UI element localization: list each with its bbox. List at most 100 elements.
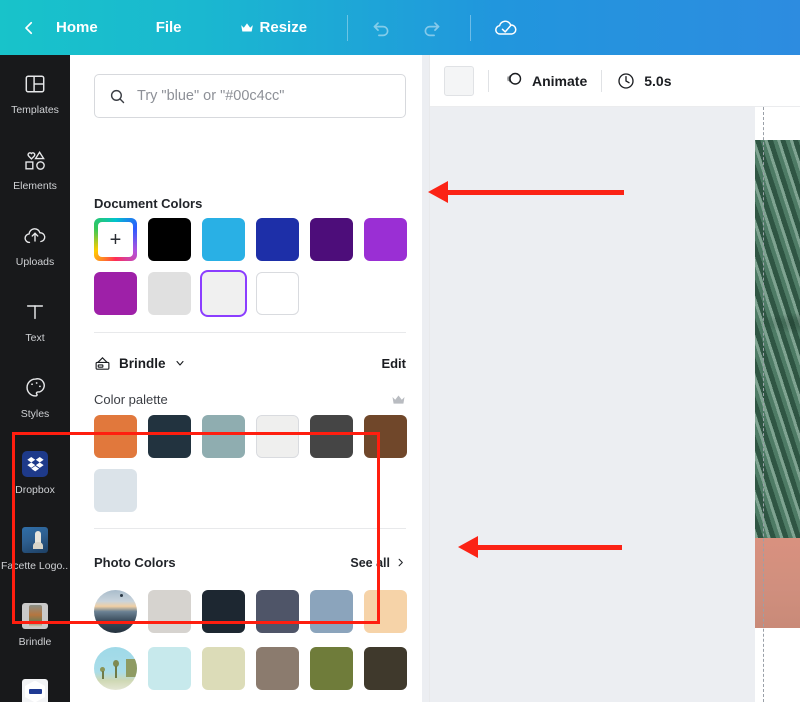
sidebar-label-uploads: Uploads <box>15 255 55 268</box>
photo-swatch-dusty-blue[interactable] <box>310 590 353 633</box>
chevron-down-icon <box>175 360 184 366</box>
brindle-thumb <box>22 602 48 629</box>
photo-colors-header: Photo Colors See all <box>94 555 406 570</box>
photo-colors-title: Photo Colors <box>94 555 176 570</box>
photo-swatch-sand[interactable] <box>202 647 245 690</box>
brand-kit-row: Brindle Edit <box>94 352 406 374</box>
sidebar-label-styles: Styles <box>20 407 50 420</box>
duration-label: 5.0s <box>644 72 672 89</box>
photo-swatch-midnight[interactable] <box>202 590 245 633</box>
palette-swatch-dark-navy[interactable] <box>148 415 191 458</box>
sidebar-item-brindle[interactable]: Brindle <box>0 587 70 663</box>
resize-button[interactable]: Resize <box>230 13 318 42</box>
resize-label: Resize <box>259 19 308 36</box>
dropbox-icon <box>22 450 48 477</box>
photo-swatch-pale-cyan[interactable] <box>148 647 191 690</box>
brand-edit-link[interactable]: Edit <box>381 356 406 371</box>
palette-swatch-brown[interactable] <box>364 415 407 458</box>
swatch-dark-purple[interactable] <box>310 218 353 261</box>
photo-thumb-joshua-trees[interactable] <box>94 647 137 690</box>
swatch-black[interactable] <box>148 218 191 261</box>
document-colors-title: Document Colors <box>94 196 203 211</box>
terracotta-flowers-photo[interactable] <box>755 538 800 628</box>
sidebar-item-dropbox[interactable]: Dropbox <box>0 435 70 511</box>
canvas-toolbar-divider-2 <box>601 69 603 92</box>
photo-swatch-slate-purple[interactable] <box>256 590 299 633</box>
color-palette-header: Color palette <box>94 392 406 407</box>
animate-button[interactable]: Animate <box>503 70 587 91</box>
color-palette-title: Color palette <box>94 392 168 407</box>
photo-swatch-taupe[interactable] <box>256 647 299 690</box>
palm-leaves-photo[interactable] <box>755 140 800 538</box>
arrow-pointing-to-photo-colors <box>458 536 622 558</box>
color-side-panel: Document Colors + Bri <box>70 55 430 702</box>
swatch-magenta-purple[interactable] <box>94 272 137 315</box>
sidebar-label-facette-logo: Facette Logo... <box>1 559 69 572</box>
swatch-off-white-selected[interactable] <box>202 272 245 315</box>
add-color-icon[interactable]: + <box>94 218 137 261</box>
upload-cloud-icon <box>22 223 48 249</box>
sidebar-item-styles[interactable]: Styles <box>0 359 70 435</box>
sidebar-label-brindle: Brindle <box>18 635 52 648</box>
page-thumbnail[interactable] <box>444 65 474 96</box>
cloud-save-button[interactable] <box>489 11 523 45</box>
see-all-label: See all <box>350 555 390 570</box>
brand-kit-icon <box>95 356 110 370</box>
photo-colors-row-1 <box>94 590 407 633</box>
photo-swatch-dark-olive[interactable] <box>364 647 407 690</box>
palette-swatch-orange[interactable] <box>94 415 137 458</box>
toolbar-divider-1 <box>347 14 349 41</box>
sidebar-item-facette-logo[interactable]: Facette Logo... <box>0 511 70 587</box>
sidebar-item-bit9-it-solutions[interactable]: Bit9 IT Soluti... <box>0 663 70 702</box>
arrow-head <box>428 181 448 203</box>
swatch-violet[interactable] <box>364 218 407 261</box>
brand-kit-selector[interactable]: Brindle <box>94 355 186 372</box>
search-box[interactable] <box>94 74 406 118</box>
swatch-royal-blue[interactable] <box>256 218 299 261</box>
text-t-icon <box>22 299 48 325</box>
bit9-logo-thumb <box>22 678 48 702</box>
chevron-left-icon <box>25 21 33 34</box>
photo-swatch-peach[interactable] <box>364 590 407 633</box>
duration-button[interactable]: 5.0s <box>616 71 671 91</box>
facette-logo-thumb <box>22 526 48 553</box>
photo-swatch-warm-grey[interactable] <box>148 590 191 633</box>
color-palette-grid <box>94 415 414 512</box>
photo-swatch-olive[interactable] <box>310 647 353 690</box>
home-label: Home <box>56 19 98 36</box>
sidebar-item-templates[interactable]: Templates <box>0 55 70 131</box>
redo-button[interactable] <box>414 11 448 45</box>
sidebar-item-text[interactable]: Text <box>0 283 70 359</box>
search-input[interactable] <box>137 88 387 104</box>
crown-icon <box>240 22 253 31</box>
toolbar-divider-2 <box>470 14 472 41</box>
brand-kit-name: Brindle <box>119 355 166 371</box>
styles-palette-icon <box>22 375 48 401</box>
animate-label: Animate <box>532 72 588 89</box>
divider-after-color-palette <box>94 528 406 529</box>
photo-thumb-cityscape[interactable] <box>94 590 137 633</box>
swatch-light-grey[interactable] <box>148 272 191 315</box>
sidebar-label-elements: Elements <box>13 179 57 192</box>
arrow-shaft <box>478 544 622 550</box>
file-menu-button[interactable]: File <box>146 13 192 42</box>
swatch-white[interactable] <box>256 272 299 315</box>
back-button[interactable] <box>14 13 44 43</box>
palette-swatch-charcoal[interactable] <box>310 415 353 458</box>
sidebar-item-elements[interactable]: Elements <box>0 131 70 207</box>
divider-after-document-colors <box>94 332 406 333</box>
palette-swatch-near-white[interactable] <box>256 415 299 458</box>
clock-icon <box>618 72 634 89</box>
swatch-sky-blue[interactable] <box>202 218 245 261</box>
photo-colors-see-all[interactable]: See all <box>350 556 406 570</box>
palette-swatch-pale-blue[interactable] <box>94 469 137 512</box>
crown-icon <box>392 395 405 404</box>
sidebar-item-uploads[interactable]: Uploads <box>0 207 70 283</box>
palette-swatch-sage-blue[interactable] <box>202 415 245 458</box>
elements-shapes-icon <box>22 147 48 173</box>
document-colors-grid: + <box>94 218 414 315</box>
photo-colors-row-2 <box>94 647 407 690</box>
undo-button[interactable] <box>364 11 398 45</box>
sidebar-label-dropbox: Dropbox <box>15 483 55 496</box>
home-button[interactable]: Home <box>46 13 108 42</box>
